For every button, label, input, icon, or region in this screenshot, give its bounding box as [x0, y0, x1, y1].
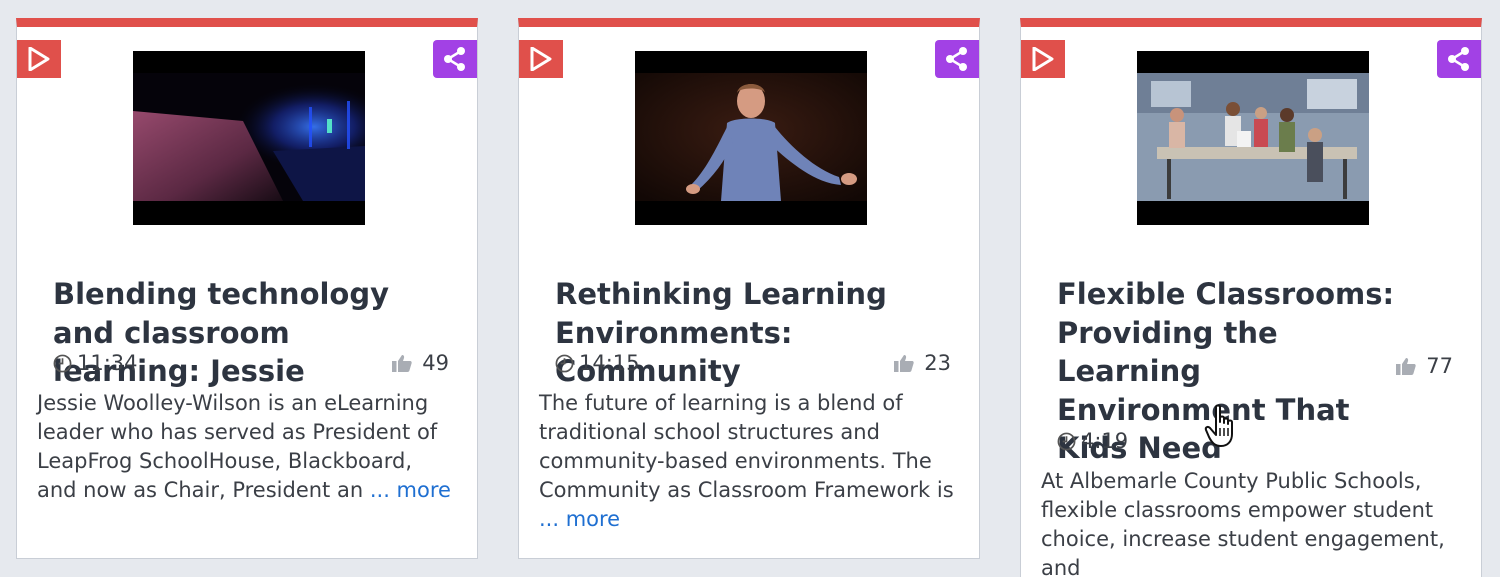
play-icon: [530, 47, 552, 71]
clock-icon: [1057, 432, 1076, 450]
video-description: Jessie Woolley-Wilson is an eLearning le…: [37, 389, 457, 505]
play-button[interactable]: [519, 40, 563, 78]
duration: 4:19: [1057, 429, 1128, 453]
video-thumbnail[interactable]: [635, 51, 867, 225]
description-text: At Albemarle County Public Schools, flex…: [1041, 469, 1445, 577]
duration-text: 14:15: [579, 351, 640, 375]
like-count[interactable]: 77: [1396, 354, 1453, 378]
share-button[interactable]: [433, 40, 477, 78]
video-card[interactable]: Blending technology and classroom learni…: [16, 18, 478, 559]
clock-icon: [555, 354, 574, 372]
video-thumbnail[interactable]: [1137, 51, 1369, 225]
like-count[interactable]: 49: [392, 351, 449, 375]
more-link[interactable]: ... more: [539, 507, 620, 531]
description-text: The future of learning is a blend of tra…: [539, 391, 954, 502]
share-button[interactable]: [1437, 40, 1481, 78]
thumbs-up-icon: [894, 355, 914, 372]
more-link[interactable]: ... more: [370, 478, 451, 502]
likes-text: 23: [924, 351, 951, 375]
duration: 11:34: [53, 351, 138, 375]
video-thumbnail[interactable]: [133, 51, 365, 225]
play-icon: [28, 47, 50, 71]
share-icon: [1448, 47, 1469, 71]
hand-cursor-icon: [1204, 404, 1244, 452]
thumbs-up-icon: [392, 355, 412, 372]
share-icon: [946, 47, 967, 71]
video-card[interactable]: Flexible Classrooms: Providing the Learn…: [1020, 18, 1482, 577]
clock-icon: [53, 354, 72, 372]
share-icon: [444, 47, 465, 71]
video-description: At Albemarle County Public Schools, flex…: [1041, 467, 1461, 577]
likes-text: 49: [422, 351, 449, 375]
share-button[interactable]: [935, 40, 979, 78]
duration: 14:15: [555, 351, 640, 375]
play-button[interactable]: [17, 40, 61, 78]
duration-text: 11:34: [77, 351, 138, 375]
play-button[interactable]: [1021, 40, 1065, 78]
play-icon: [1032, 47, 1054, 71]
video-description: The future of learning is a blend of tra…: [539, 389, 959, 534]
likes-text: 77: [1426, 354, 1453, 378]
video-card[interactable]: Rethinking Learning Environments: Commun…: [518, 18, 980, 559]
thumbs-up-icon: [1396, 358, 1416, 375]
like-count[interactable]: 23: [894, 351, 951, 375]
duration-text: 4:19: [1081, 429, 1129, 453]
